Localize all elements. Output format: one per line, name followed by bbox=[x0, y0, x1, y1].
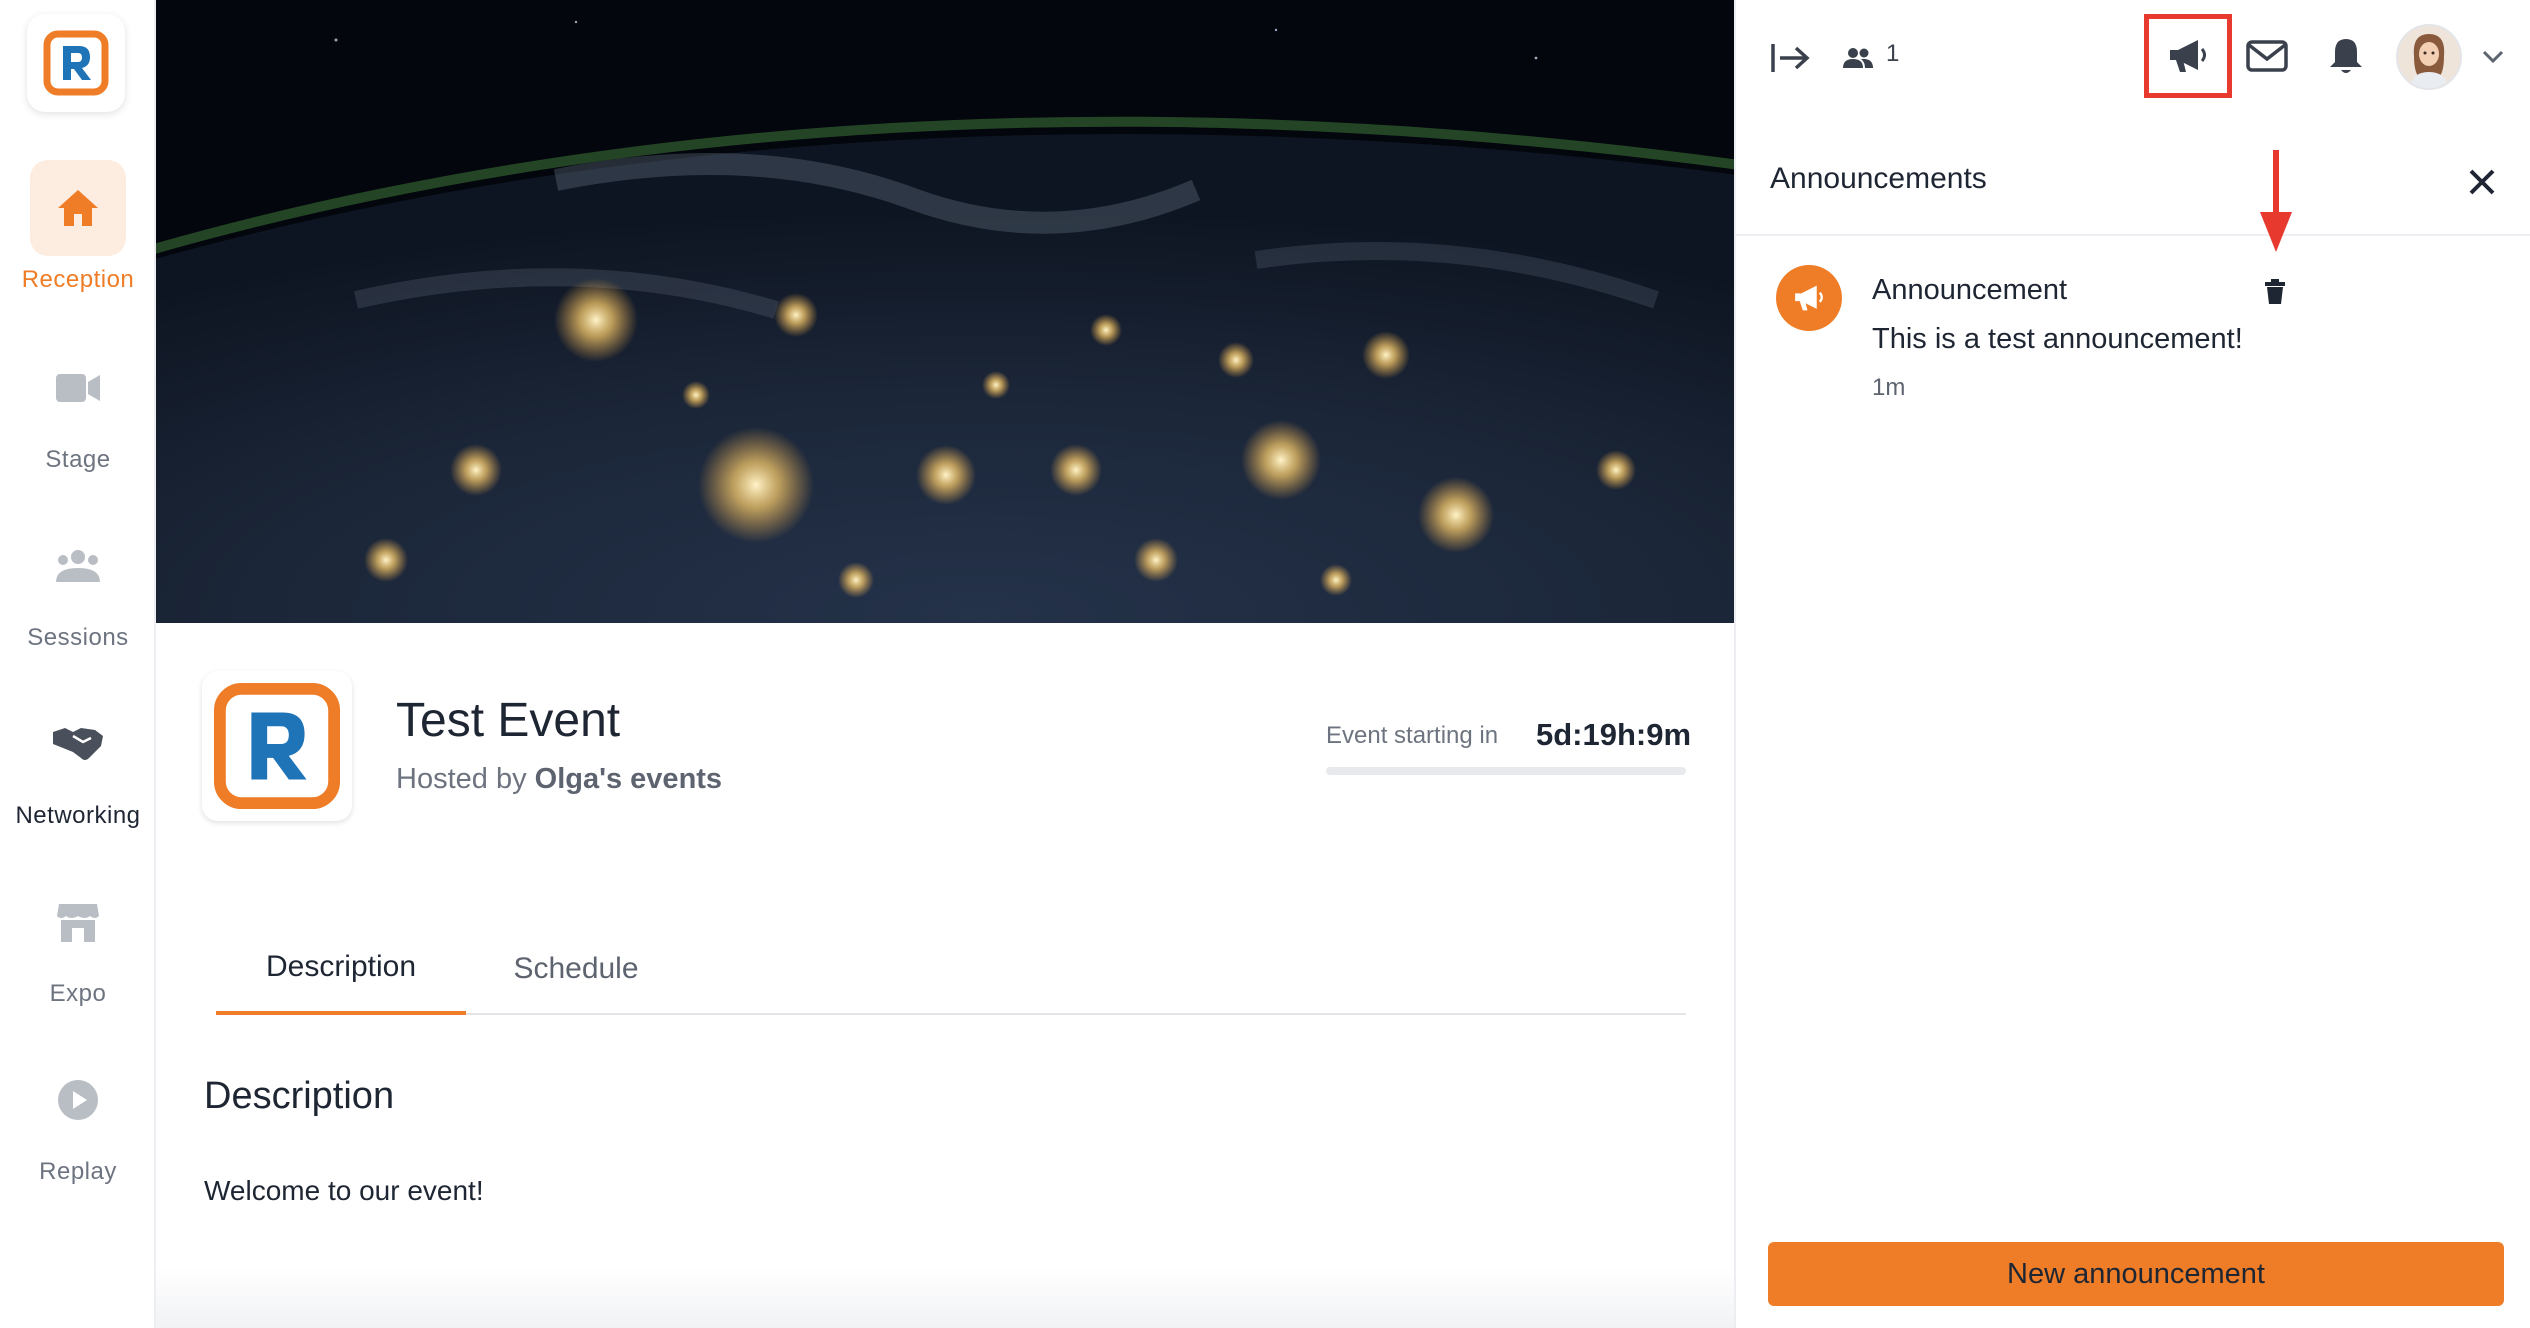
attendee-count: 1 bbox=[1886, 40, 1900, 67]
bottom-fade bbox=[156, 1268, 1734, 1328]
home-icon bbox=[30, 160, 126, 256]
brand-logo[interactable] bbox=[27, 14, 125, 112]
chevron-down-icon[interactable] bbox=[2478, 42, 2508, 72]
play-circle-icon bbox=[30, 1052, 126, 1148]
sidebar-item-label: Reception bbox=[21, 266, 135, 293]
host-name: Olga's events bbox=[534, 763, 723, 795]
announcements-title: Announcements bbox=[1770, 162, 1987, 195]
event-logo bbox=[202, 671, 352, 821]
sidebar-item-label: Sessions bbox=[27, 624, 129, 651]
event-tabs: Description Schedule bbox=[216, 923, 1686, 1015]
r-logo-icon bbox=[43, 30, 109, 96]
hosted-by-label: Hosted by bbox=[396, 763, 527, 795]
storefront-icon bbox=[30, 874, 126, 970]
announcement-time: 1m bbox=[1872, 374, 1906, 401]
r-logo-icon bbox=[213, 682, 341, 810]
group-icon bbox=[30, 518, 126, 614]
close-icon[interactable] bbox=[2460, 160, 2504, 204]
sidebar-item-expo[interactable]: Expo bbox=[0, 874, 156, 1008]
announcements-header: Announcements bbox=[1736, 140, 2530, 236]
exit-panel-icon[interactable] bbox=[1768, 36, 1812, 80]
trash-icon[interactable] bbox=[2260, 276, 2290, 308]
description-heading: Description bbox=[204, 1075, 395, 1117]
sidebar-item-reception[interactable]: Reception bbox=[0, 160, 156, 294]
new-announcement-button[interactable]: New announcement bbox=[1768, 1242, 2504, 1306]
tab-schedule[interactable]: Schedule bbox=[466, 923, 686, 1015]
sidebar-item-replay[interactable]: Replay bbox=[0, 1052, 156, 1186]
handshake-icon bbox=[30, 696, 126, 792]
sidebar-item-stage[interactable]: Stage bbox=[0, 340, 156, 474]
announcements-panel: 1 Announcements Announcement This is a t… bbox=[1734, 0, 2530, 1328]
sidebar-item-label: Networking bbox=[15, 802, 141, 829]
countdown-value: 5d:19h:9m bbox=[1536, 717, 1692, 752]
description-body: Welcome to our event! bbox=[204, 1175, 484, 1206]
announcement-title: Announcement bbox=[1872, 274, 2068, 306]
video-camera-icon bbox=[30, 340, 126, 436]
sidebar-item-label: Expo bbox=[49, 980, 107, 1007]
tab-description[interactable]: Description bbox=[216, 923, 466, 1015]
left-sidebar: Reception Stage Sessions Networking Expo… bbox=[0, 0, 156, 1328]
event-details: Test Event Hosted by Olga's events Event… bbox=[156, 623, 1734, 1328]
people-icon bbox=[1840, 40, 1876, 76]
announcement-megaphone-icon bbox=[1776, 265, 1842, 331]
sidebar-item-networking[interactable]: Networking bbox=[0, 696, 156, 830]
event-host: Hosted by Olga's events bbox=[396, 763, 722, 796]
user-avatar[interactable] bbox=[2396, 24, 2462, 90]
countdown-progress-bar bbox=[1326, 767, 1686, 775]
mail-icon[interactable] bbox=[2242, 34, 2292, 78]
red-arrow-annotation bbox=[2256, 148, 2296, 256]
bell-icon[interactable] bbox=[2324, 32, 2368, 80]
megaphone-icon[interactable] bbox=[2162, 32, 2214, 80]
event-title: Test Event bbox=[396, 694, 621, 747]
sidebar-item-label: Stage bbox=[45, 446, 111, 473]
earth-night-image bbox=[156, 0, 1734, 623]
announcement-text: This is a test announcement! bbox=[1872, 323, 2243, 355]
event-banner-image bbox=[156, 0, 1734, 623]
sidebar-item-label: Replay bbox=[39, 1158, 117, 1185]
countdown-label: Event starting in bbox=[1326, 722, 1499, 749]
sidebar-item-sessions[interactable]: Sessions bbox=[0, 518, 156, 652]
